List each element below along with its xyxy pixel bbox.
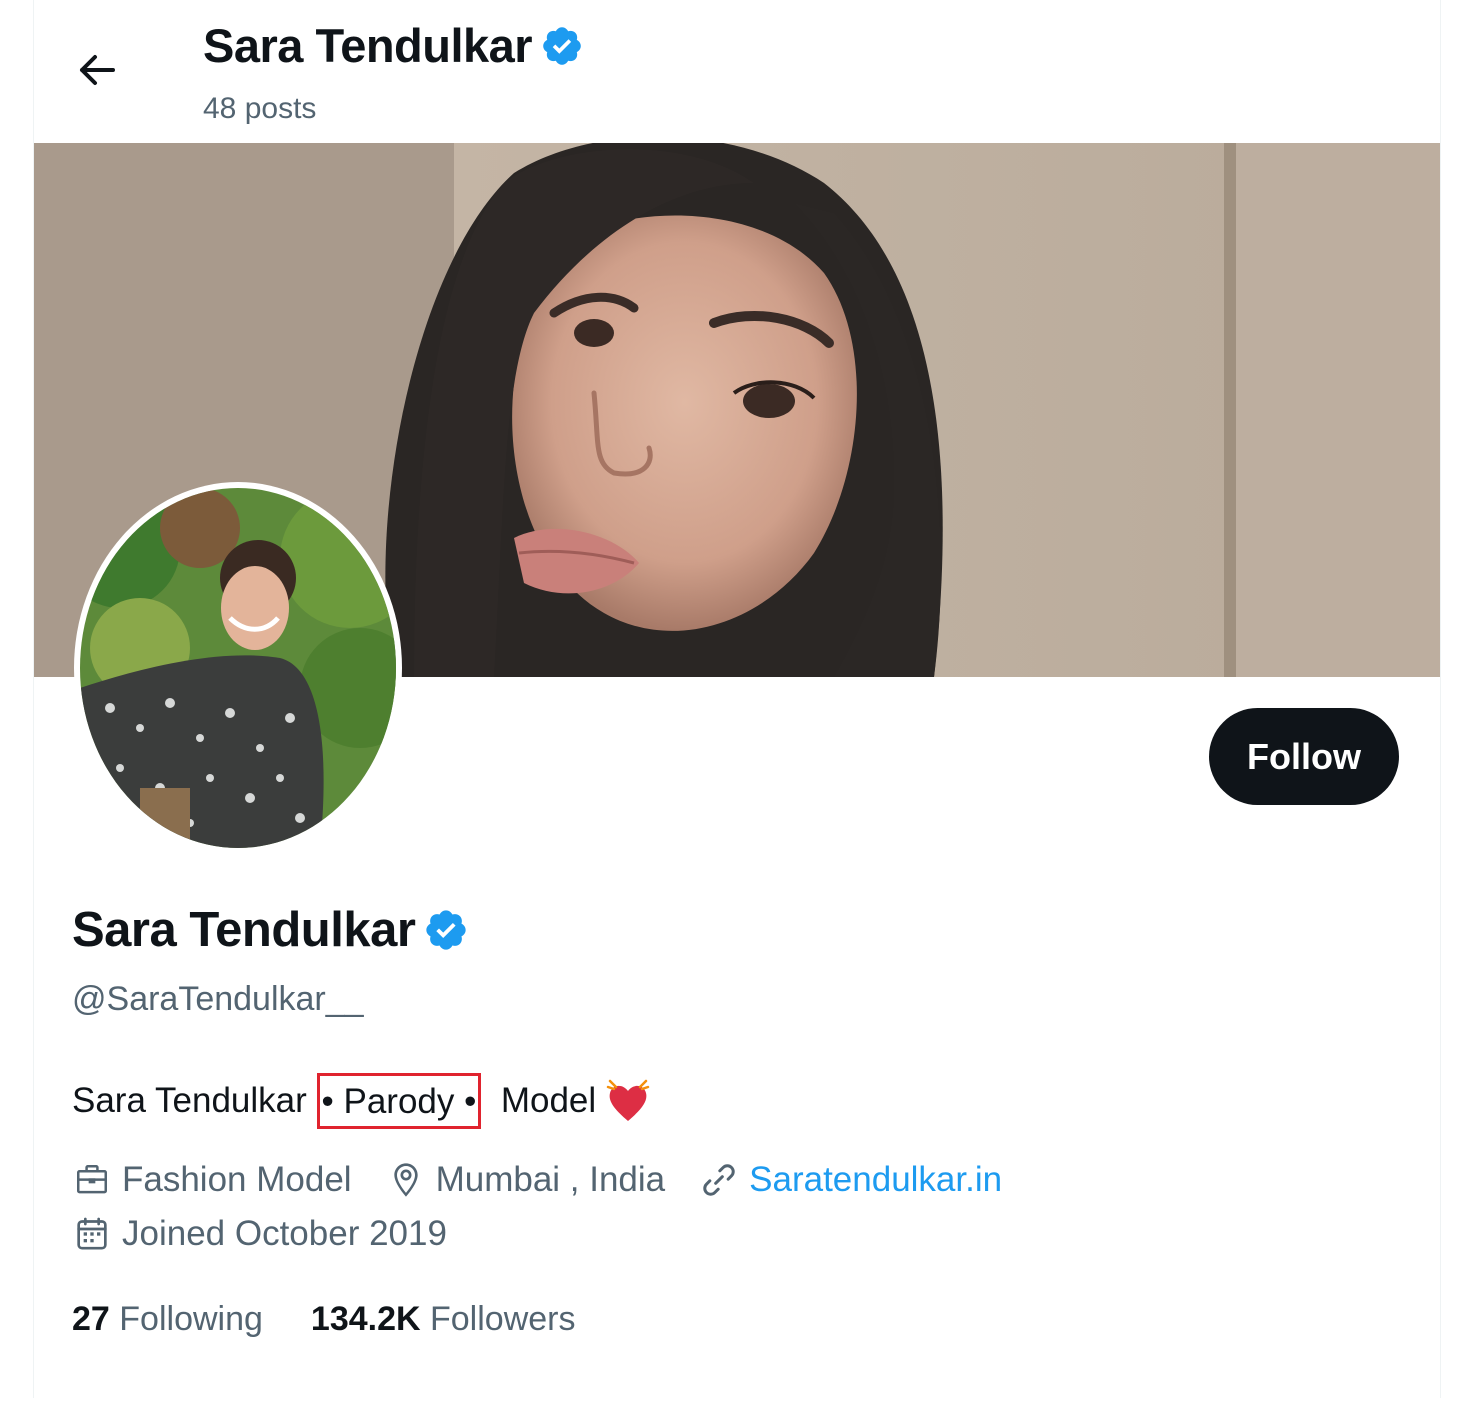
post-count: 48 posts xyxy=(203,92,317,125)
profile-name-text: Sara Tendulkar xyxy=(72,903,416,957)
occupation-item: Fashion Model xyxy=(72,1160,352,1200)
location-item: Mumbai , India xyxy=(386,1160,666,1200)
joined-item: Joined October 2019 xyxy=(72,1214,447,1254)
verified-badge-icon[interactable] xyxy=(423,907,469,953)
calendar-icon xyxy=(77,1217,107,1250)
profile-page: Sara Tendulkar 48 posts Follow Sara Tend… xyxy=(33,0,1441,1398)
profile-name: Sara Tendulkar xyxy=(72,902,469,958)
occupation-text: Fashion Model xyxy=(122,1160,352,1199)
avatar-image xyxy=(80,488,396,848)
followers-count: 134.2K xyxy=(310,1300,421,1338)
following-link[interactable]: 27 Following xyxy=(72,1300,263,1339)
profile-joined-row: Joined October 2019 xyxy=(72,1214,481,1254)
verified-badge-icon xyxy=(543,26,581,65)
bio-highlight-box: • Parody • xyxy=(316,1073,482,1129)
map-pin-icon xyxy=(393,1163,418,1197)
following-count: 27 xyxy=(72,1300,110,1338)
website-item[interactable]: Saratendulkar.in xyxy=(699,1160,1002,1200)
header-name-text: Sara Tendulkar xyxy=(203,19,533,72)
profile-bio: Sara Tendulkar • Parody • Model xyxy=(72,1073,650,1129)
followers-link[interactable]: 134.2K Followers xyxy=(311,1300,576,1339)
briefcase-icon xyxy=(77,1165,107,1194)
profile-handle: @SaraTendulkar__ xyxy=(72,980,364,1018)
website-link[interactable]: Saratendulkar.in xyxy=(749,1160,1002,1200)
joined-text: Joined October 2019 xyxy=(122,1214,447,1253)
bio-prefix: Sara Tendulkar xyxy=(72,1081,317,1120)
following-label: Following xyxy=(119,1300,263,1338)
followers-label: Followers xyxy=(430,1300,576,1338)
heart-icon xyxy=(606,1079,650,1121)
arrow-left-icon xyxy=(80,55,115,85)
profile-stats: 27 Following 134.2K Followers xyxy=(72,1300,623,1339)
profile-avatar[interactable] xyxy=(74,482,402,854)
header-title: Sara Tendulkar xyxy=(203,18,584,73)
back-button[interactable] xyxy=(72,40,122,100)
location-text: Mumbai , India xyxy=(435,1160,666,1199)
link-icon xyxy=(703,1164,735,1196)
follow-button[interactable]: Follow xyxy=(1209,708,1399,805)
profile-meta-row: Fashion Model Mumbai , India Saratendulk… xyxy=(72,1160,1036,1200)
bio-suffix: Model xyxy=(481,1081,606,1120)
